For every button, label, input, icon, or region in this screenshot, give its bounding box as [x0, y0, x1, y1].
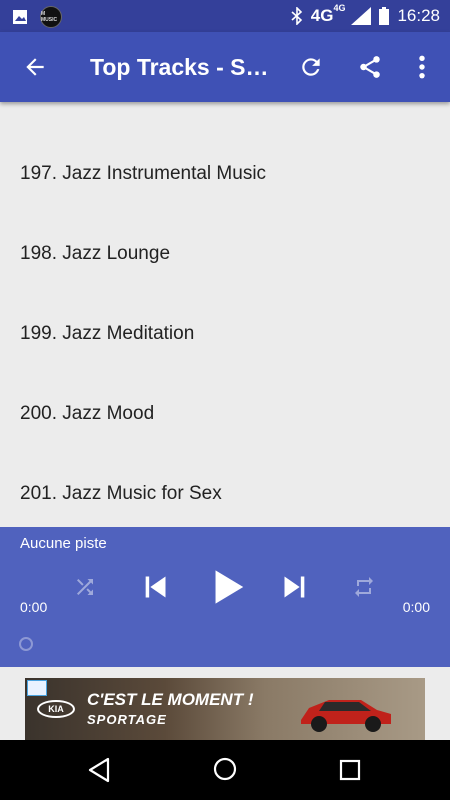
adchoices-icon[interactable]: [27, 680, 47, 696]
status-bar: M MUSIC 4G 4G 16:28: [0, 0, 450, 32]
repeat-icon: [355, 577, 373, 597]
next-button[interactable]: [280, 569, 310, 605]
arrow-back-icon[interactable]: [22, 54, 48, 80]
share-icon[interactable]: [357, 53, 383, 81]
list-item[interactable]: 201. Jazz Music for Sex: [0, 453, 450, 533]
seek-handle[interactable]: [19, 637, 33, 651]
time-elapsed: 0:00: [20, 599, 48, 615]
list-item[interactable]: 200. Jazz Mood: [0, 373, 450, 453]
ad-headline: C'EST LE MOMENT !: [87, 690, 254, 709]
battery-icon: [379, 7, 390, 25]
list-item[interactable]: 199. Jazz Meditation: [0, 293, 450, 373]
brand-logo: KIA: [37, 700, 75, 718]
signal-icon: [351, 7, 372, 25]
nav-recents-icon[interactable]: [339, 759, 361, 781]
system-nav-bar: [0, 740, 450, 800]
shuffle-button[interactable]: [71, 569, 99, 605]
refresh-icon[interactable]: [298, 54, 324, 80]
list-item[interactable]: 197. Jazz Instrumental Music: [0, 133, 450, 213]
shuffle-icon: [77, 579, 93, 595]
skip-next-icon: [284, 576, 305, 598]
skip-previous-icon: [145, 576, 166, 598]
app-bar: Top Tracks - Spotify: [0, 32, 450, 102]
track-list: 197. Jazz Instrumental Music 198. Jazz L…: [0, 133, 450, 533]
play-button[interactable]: [210, 569, 246, 605]
network-type: 4G 4G: [310, 3, 346, 25]
list-item[interactable]: 198. Jazz Lounge: [0, 213, 450, 293]
page-title: Top Tracks - Spotify: [90, 54, 270, 80]
car-image: [301, 700, 391, 732]
nav-home-icon[interactable]: [213, 757, 237, 781]
previous-button[interactable]: [140, 569, 170, 605]
more-vert-icon[interactable]: [414, 54, 430, 80]
player-status: Aucune piste: [20, 535, 107, 552]
play-icon: [215, 570, 244, 604]
bluetooth-icon: [291, 7, 302, 25]
app-logo-icon: M MUSIC: [40, 6, 62, 28]
player-panel: Aucune piste 0:00 0:00: [0, 527, 450, 667]
time-total: 0:00: [402, 599, 430, 615]
image-icon: [13, 10, 27, 24]
repeat-button[interactable]: [350, 569, 378, 605]
clock: 16:28: [397, 6, 440, 25]
ad-area: KIA C'EST LE MOMENT ! SPORTAGE: [0, 667, 450, 740]
ad-banner[interactable]: KIA C'EST LE MOMENT ! SPORTAGE: [25, 678, 425, 740]
ad-subline: SPORTAGE: [87, 712, 167, 727]
nav-back-icon[interactable]: [88, 757, 112, 783]
